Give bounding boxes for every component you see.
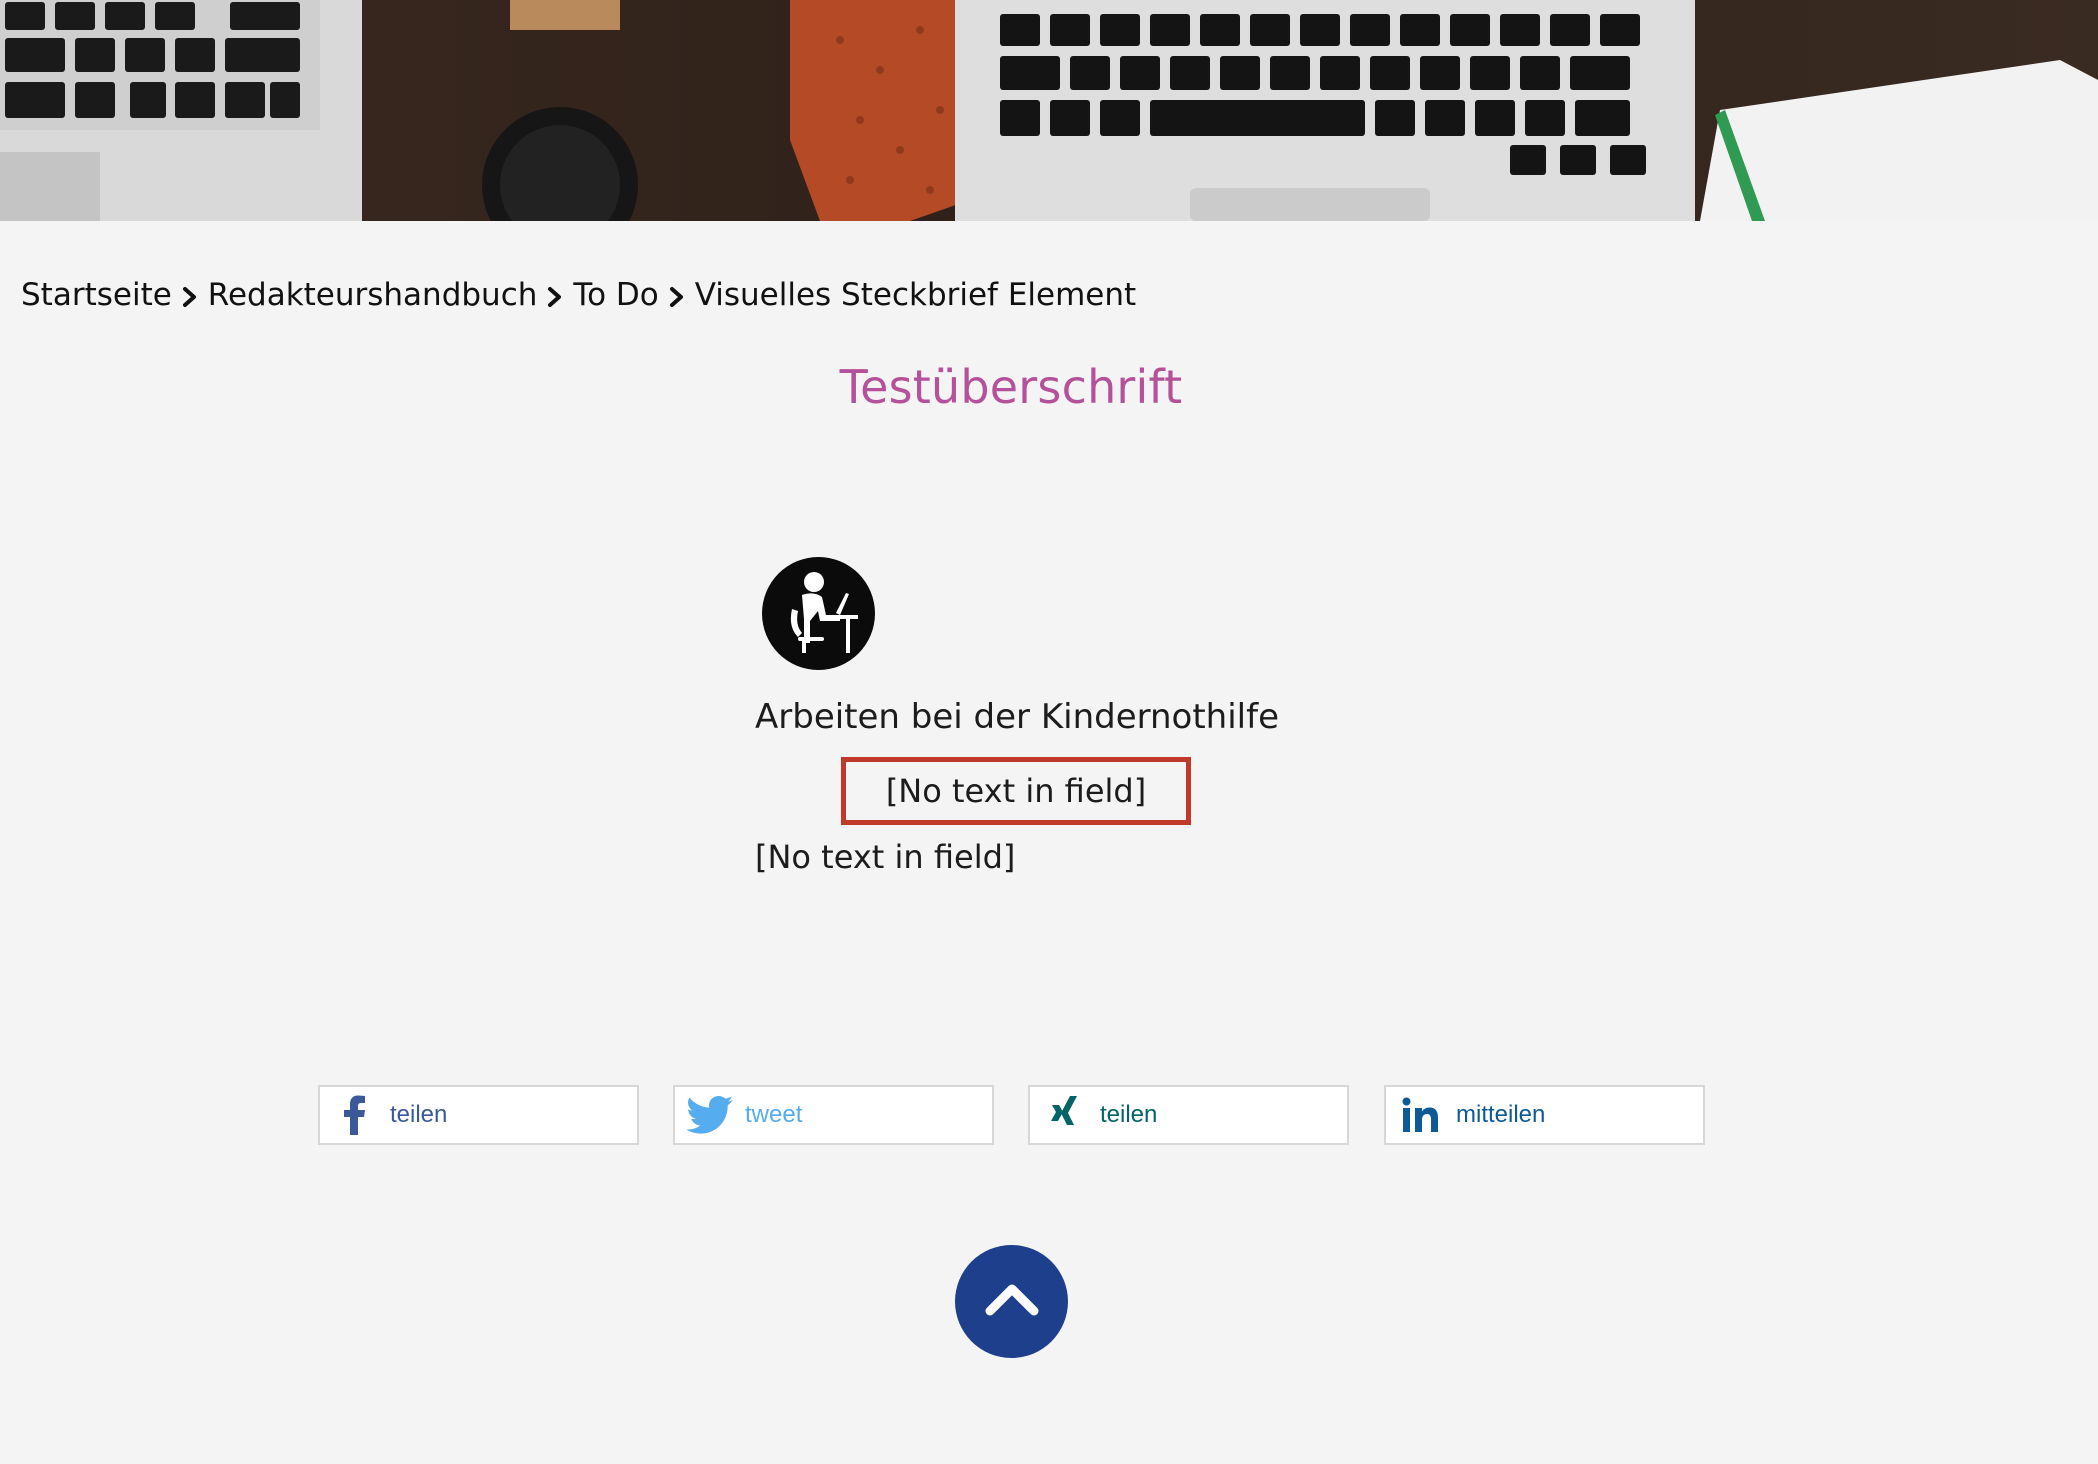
share-linkedin-label: mitteilen bbox=[1456, 1101, 1546, 1128]
breadcrumb: Startseite Redakteurshandbuch To Do Visu… bbox=[21, 270, 1136, 320]
share-twitter-button[interactable]: tweet bbox=[673, 1085, 994, 1145]
person-at-laptop-icon bbox=[762, 557, 875, 670]
empty-field-text-plain: [No text in field] bbox=[755, 838, 1016, 876]
empty-field-text: [No text in field] bbox=[885, 772, 1147, 810]
twitter-icon bbox=[675, 1087, 745, 1143]
breadcrumb-item-startseite[interactable]: Startseite bbox=[21, 277, 172, 313]
facebook-icon bbox=[320, 1087, 390, 1143]
highlighted-empty-field: [No text in field] bbox=[841, 757, 1191, 825]
chevron-right-icon bbox=[659, 280, 695, 310]
breadcrumb-item-todo[interactable]: To Do bbox=[573, 277, 658, 313]
share-facebook-label: teilen bbox=[390, 1101, 448, 1128]
share-xing-label: teilen bbox=[1100, 1101, 1158, 1128]
hero-banner-image bbox=[0, 0, 2098, 221]
chevron-right-icon bbox=[172, 280, 208, 310]
share-linkedin-button[interactable]: mitteilen bbox=[1384, 1085, 1705, 1145]
page-title: Testüberschrift bbox=[839, 360, 1183, 414]
breadcrumb-item-redakteurshandbuch[interactable]: Redakteurshandbuch bbox=[208, 277, 538, 313]
profile-heading: Arbeiten bei der Kindernothilfe bbox=[755, 697, 1280, 737]
share-xing-button[interactable]: teilen bbox=[1028, 1085, 1349, 1145]
chevron-right-icon bbox=[537, 280, 573, 310]
linkedin-icon bbox=[1386, 1087, 1456, 1143]
share-facebook-button[interactable]: teilen bbox=[318, 1085, 639, 1145]
xing-icon bbox=[1030, 1087, 1100, 1143]
share-twitter-label: tweet bbox=[745, 1101, 803, 1128]
desk-laptops-illustration bbox=[0, 0, 2098, 221]
back-to-top-button[interactable] bbox=[955, 1245, 1068, 1358]
chevron-up-icon bbox=[984, 1281, 1040, 1322]
breadcrumb-item-current: Visuelles Steckbrief Element bbox=[694, 277, 1137, 313]
